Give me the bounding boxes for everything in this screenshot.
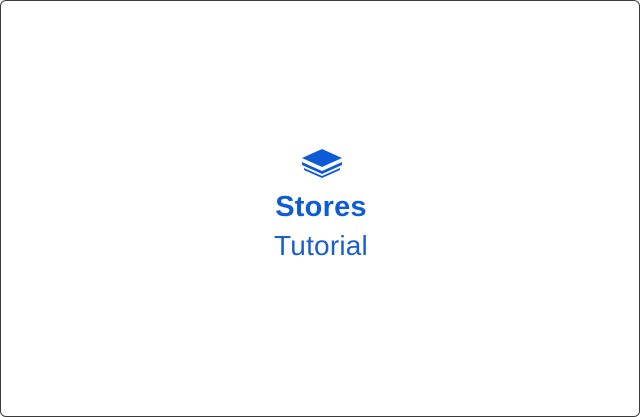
window-frame: Stores Tutorial <box>0 0 640 417</box>
brand-subtitle: Tutorial <box>274 230 368 261</box>
stacked-layers-icon <box>298 148 346 178</box>
brand-title: Stores <box>275 191 367 223</box>
app-logo: Stores Tutorial <box>1 1 639 416</box>
